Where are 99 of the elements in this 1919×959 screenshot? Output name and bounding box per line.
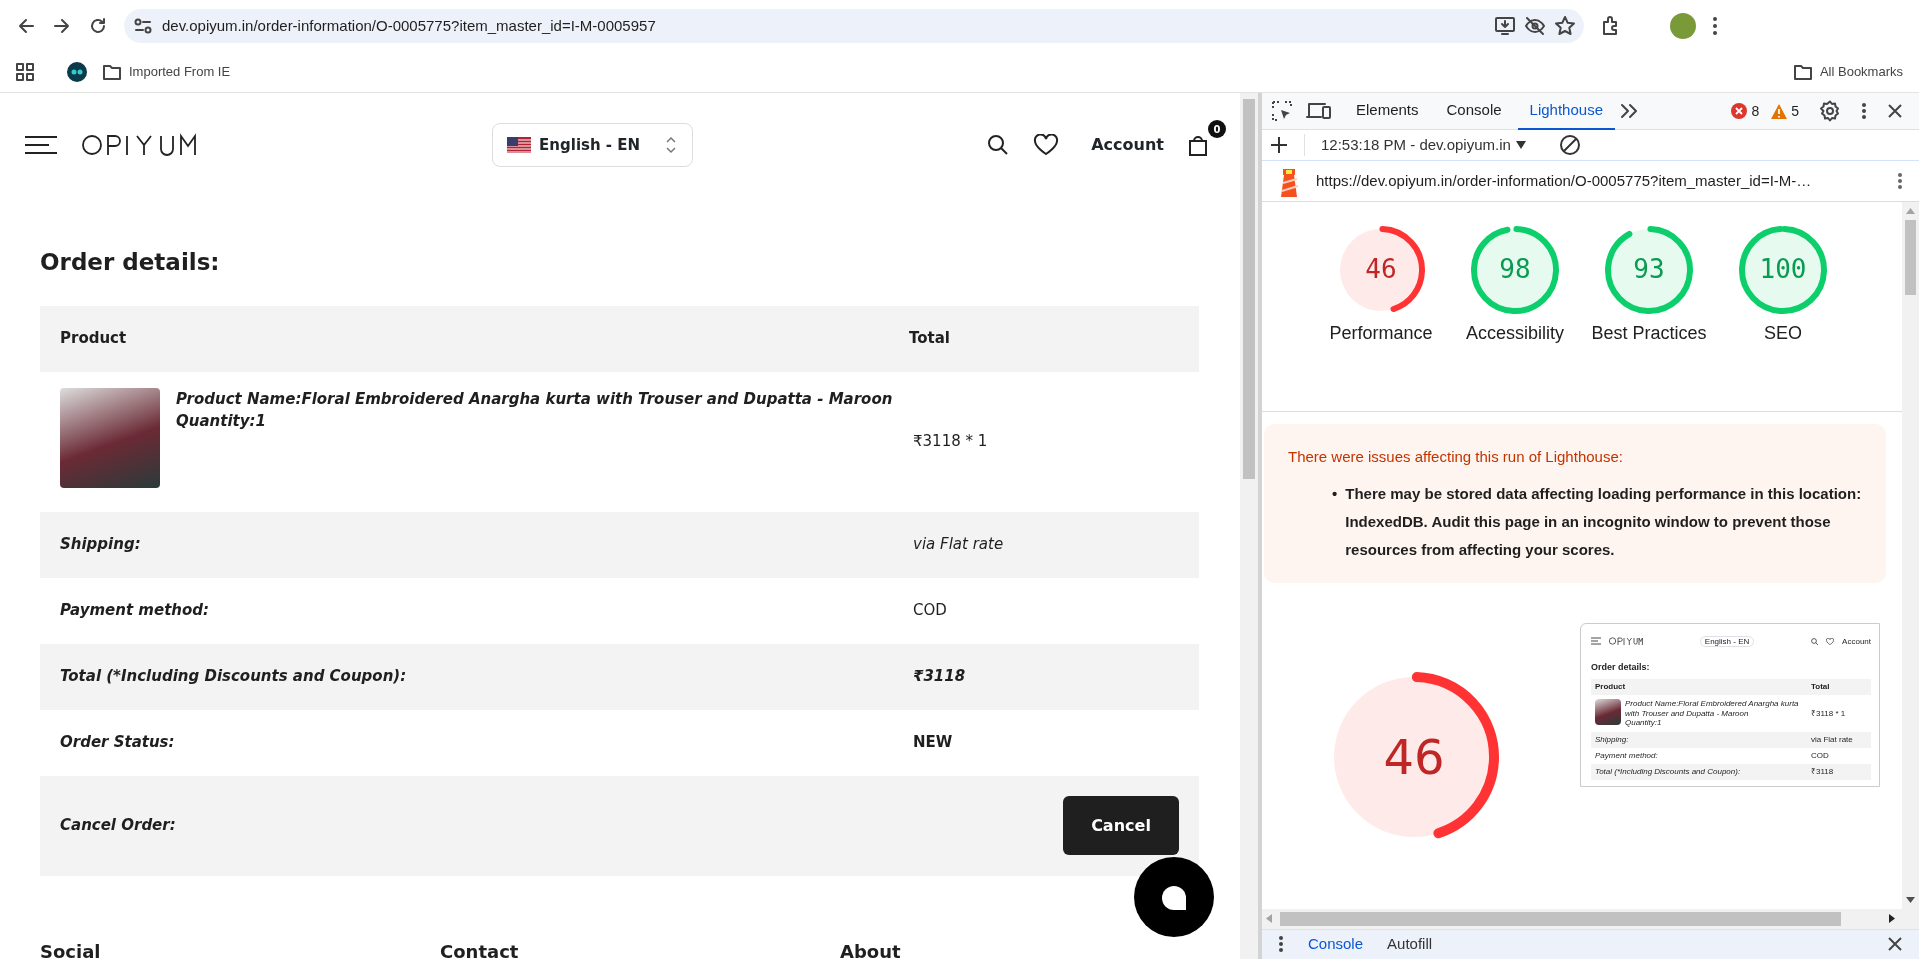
back-button[interactable]	[16, 16, 36, 36]
score-value: 46	[1365, 253, 1397, 287]
drawer-tab[interactable]: Console	[1308, 933, 1364, 956]
bookmark-folder[interactable]: Imported From IE	[103, 62, 231, 82]
more-options-icon[interactable]	[1897, 171, 1903, 190]
column-header: Total	[1811, 682, 1831, 692]
search-icon[interactable]	[987, 134, 1010, 156]
scrollbar-thumb[interactable]	[1280, 911, 1841, 926]
gauge-label: Performance	[1329, 321, 1433, 345]
heart-icon	[1826, 637, 1835, 645]
row-label: Order Status:	[60, 732, 176, 754]
shopping-bag-icon[interactable]	[1188, 134, 1208, 156]
round-logo-icon[interactable]	[67, 62, 87, 82]
brand-logo	[1609, 637, 1643, 646]
star-icon[interactable]	[1554, 15, 1576, 37]
cart-count-badge: 0	[1208, 120, 1226, 138]
gauge-label: Accessibility	[1466, 321, 1564, 345]
flag-icon	[507, 137, 532, 153]
scroll-down-icon[interactable]	[1906, 896, 1915, 903]
devtools-tab[interactable]: Console	[1434, 92, 1514, 130]
language-selector[interactable]: English - EN	[492, 123, 694, 167]
folder-icon	[103, 64, 121, 80]
folder-icon	[1793, 64, 1812, 80]
eye-slash-icon[interactable]	[1524, 15, 1546, 37]
row-value: via Flat rate	[1811, 735, 1854, 745]
product-total: ₹3118 * 1	[1811, 708, 1847, 719]
reload-button[interactable]	[88, 16, 108, 36]
account-link[interactable]: Account	[1091, 133, 1164, 157]
scrollbar-thumb[interactable]	[1905, 219, 1916, 295]
score-value: 93	[1633, 253, 1665, 287]
product-quantity: Quantity:1	[176, 411, 267, 432]
error-icon	[1731, 103, 1748, 119]
add-icon[interactable]	[1270, 136, 1288, 155]
product-name: Product Name:Floral Embroidered Anargha kurta with Trouser and Dupatta - Maroon	[1625, 699, 1800, 719]
drawer-tab[interactable]: Autofill	[1387, 933, 1433, 956]
score-value: 46	[1383, 728, 1445, 788]
footer-heading: About	[840, 939, 902, 959]
scrollbar-thumb[interactable]	[1243, 99, 1255, 479]
warning-count: 5	[1791, 101, 1799, 121]
clear-icon[interactable]	[1558, 134, 1581, 157]
more-options-icon[interactable]	[1278, 935, 1284, 954]
close-icon[interactable]	[1887, 103, 1903, 119]
row-label: Shipping:	[60, 534, 142, 556]
order-heading: Order details:	[1591, 662, 1651, 674]
warning-title: There were issues affecting this run of Lighthouse:	[1288, 446, 1624, 467]
close-icon[interactable]	[1887, 936, 1903, 953]
gauge-label: Best Practices	[1591, 321, 1707, 345]
report-selector[interactable]: 12:53:18 PM - dev.opiyum.in	[1304, 133, 1527, 157]
row-label: Payment method:	[60, 600, 211, 622]
avatar-icon[interactable]	[1670, 13, 1696, 39]
menu-icon[interactable]	[1712, 16, 1718, 36]
footer-heading: Contact	[440, 939, 520, 959]
row-label: Total (*Including Discounts and Coupon):	[1595, 767, 1742, 777]
scroll-right-icon[interactable]	[1889, 914, 1895, 924]
heart-icon[interactable]	[1033, 134, 1060, 156]
row-value: COD	[1811, 751, 1830, 761]
all-bookmarks-folder[interactable]: All Bookmarks	[1793, 62, 1903, 82]
product-total: ₹3118 * 1	[912, 431, 989, 453]
forward-button[interactable]	[52, 16, 72, 36]
row-value: ₹3118	[1811, 767, 1835, 777]
product-name: Product Name:Floral Embroidered Anargha kurta with Trouser and Dupatta - Maroon	[176, 388, 893, 410]
warning-item: There may be stored data affecting loading performance in this location: IndexedDB. Audit this page in an incognito window to prevent those resources from affecting your scores.	[1345, 484, 1863, 560]
report-url: https://dev.opiyum.in/order-information/O-0005775?item_master_id=I-M-…	[1316, 170, 1813, 191]
column-header: Product	[1595, 682, 1627, 692]
footer-heading: Social	[40, 939, 102, 959]
apps-grid-icon[interactable]	[16, 63, 34, 81]
row-label: Payment method:	[1595, 751, 1659, 761]
row-label: Total (*Including Discounts and Coupon):	[60, 666, 408, 688]
column-header: Total	[909, 328, 951, 350]
order-heading: Order details:	[40, 248, 221, 277]
cancel-button[interactable]: Cancel	[1063, 796, 1179, 855]
product-quantity: Quantity:1	[1625, 718, 1663, 728]
row-value: COD	[912, 600, 948, 622]
row-label: Shipping:	[1595, 735, 1630, 745]
caret-icon	[1514, 140, 1527, 151]
more-options-icon[interactable]	[1861, 102, 1867, 120]
row-value: ₹3118	[912, 666, 967, 688]
warning-icon	[1771, 103, 1788, 119]
menu-icon[interactable]	[24, 134, 58, 156]
inspect-element-icon[interactable]	[1270, 99, 1294, 123]
photo-placeholder	[1595, 699, 1621, 726]
score-value: 98	[1499, 253, 1531, 287]
row-value: NEW	[912, 732, 954, 754]
row-label: Cancel Order:	[60, 815, 177, 837]
row-value: via Flat rate	[912, 534, 1005, 556]
gauge-label: SEO	[1764, 321, 1802, 345]
score-value: 100	[1759, 253, 1807, 287]
brand-logo[interactable]	[82, 133, 198, 157]
error-count: 8	[1751, 101, 1760, 121]
devtools-tab[interactable]: Lighthouse	[1517, 92, 1615, 130]
settings-icon[interactable]	[1819, 100, 1841, 122]
search-icon	[1811, 637, 1819, 645]
install-app-icon[interactable]	[1494, 15, 1516, 37]
menu-icon	[1591, 637, 1601, 646]
bullet-mark: •	[1332, 484, 1338, 505]
more-tabs-icon[interactable]	[1619, 103, 1639, 119]
chevron-updown-icon	[664, 135, 679, 155]
column-header: Product	[60, 328, 128, 350]
devtools-tab[interactable]: Elements	[1344, 92, 1431, 130]
